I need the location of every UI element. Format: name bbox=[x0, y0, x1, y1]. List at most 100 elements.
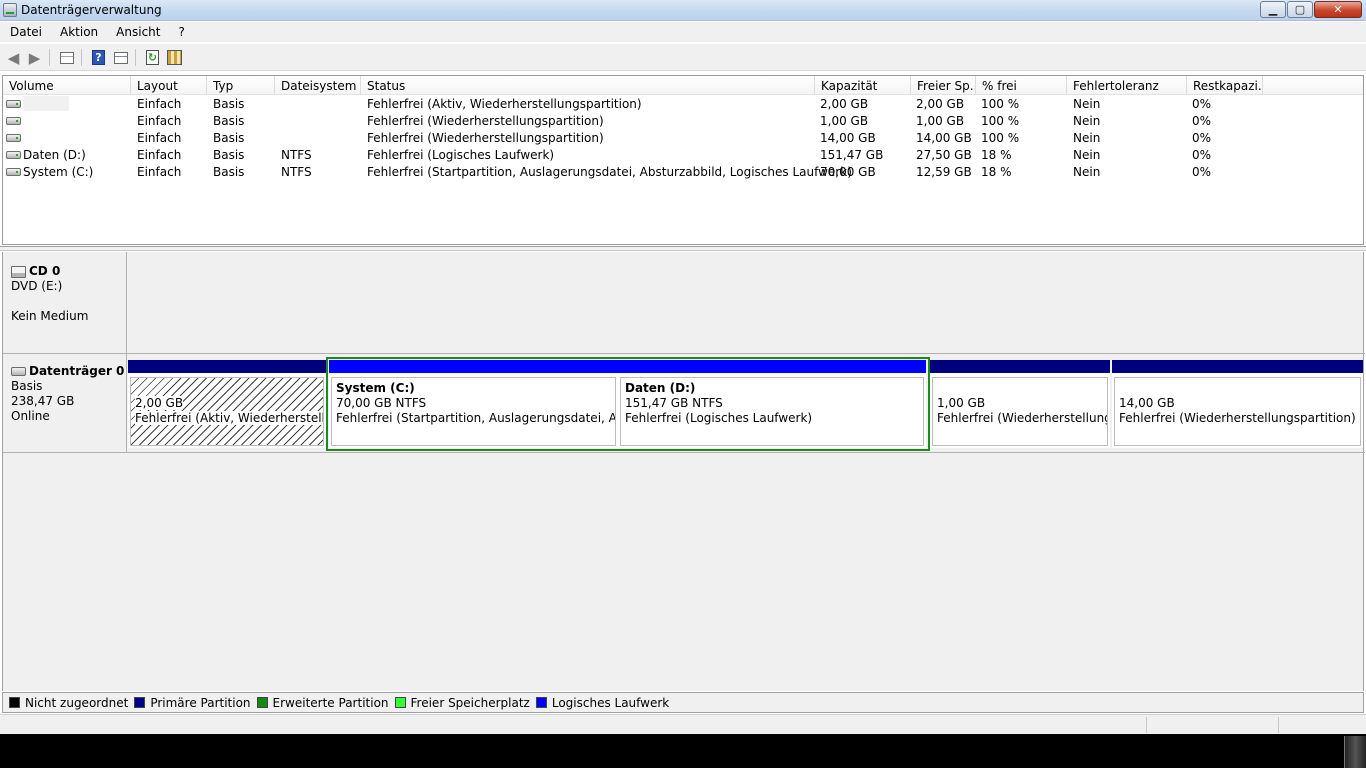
legend-item-extended: Erweiterte Partition bbox=[256, 696, 389, 710]
partition-recovery-1gb[interactable]: 1,00 GB Fehlerfrei (Wiederherstellungspa… bbox=[930, 360, 1110, 448]
refresh-icon[interactable]: ↻ bbox=[144, 49, 161, 66]
cell-restkapazitaet: 0% bbox=[1192, 148, 1212, 162]
column-header-prozent-frei[interactable]: % frei bbox=[976, 76, 1067, 95]
legend-swatch bbox=[535, 697, 547, 708]
pane-splitter[interactable] bbox=[0, 246, 1366, 251]
toolbar: ◀ ▶ ? ↻ bbox=[0, 44, 1366, 71]
cell-freier-speicher: 1,00 GB bbox=[916, 114, 965, 128]
cell-layout: Einfach bbox=[137, 114, 182, 128]
disk0-name: Datenträger 0 bbox=[29, 364, 125, 378]
cell-dateisystem: NTFS bbox=[281, 165, 312, 179]
maximize-button[interactable]: ▢ bbox=[1287, 1, 1313, 18]
partition-system-c[interactable]: System (C:) 70,00 GB NTFS Fehlerfrei (St… bbox=[329, 360, 618, 448]
partition-status: Fehlerfrei (Wiederherstellungspartition) bbox=[1119, 411, 1356, 425]
primary-partition-bar bbox=[930, 360, 1110, 373]
partition-body: 1,00 GB Fehlerfrei (Wiederherstellungspa… bbox=[932, 377, 1108, 446]
partition-size: 2,00 GB bbox=[135, 396, 184, 410]
cd0-name: CD 0 bbox=[29, 264, 61, 278]
cell-status: Fehlerfrei (Wiederherstellungspartition) bbox=[367, 114, 604, 128]
status-bar-separator bbox=[1146, 717, 1147, 733]
column-header-freier-speicher[interactable]: Freier Sp... bbox=[911, 76, 976, 95]
cell-status: Fehlerfrei (Aktiv, Wiederherstellungspar… bbox=[367, 97, 642, 111]
cell-prozent-frei: 18 % bbox=[981, 165, 1012, 179]
partition-recovery-14gb[interactable]: 14,00 GB Fehlerfrei (Wiederherstellungsp… bbox=[1112, 360, 1363, 448]
disk-row-separator bbox=[3, 452, 1365, 453]
partition-name: Daten (D:) bbox=[625, 381, 696, 395]
column-header-restkapazitaet[interactable]: Restkapazi... bbox=[1187, 76, 1263, 95]
back-arrow-icon[interactable]: ◀ bbox=[5, 49, 22, 67]
cell-freier-speicher: 27,50 GB bbox=[916, 148, 972, 162]
show-desktop-button[interactable] bbox=[1344, 736, 1366, 768]
partition-body: 14,00 GB Fehlerfrei (Wiederherstellungsp… bbox=[1114, 377, 1361, 446]
help-icon[interactable]: ? bbox=[90, 49, 107, 66]
partition-name: System (C:) bbox=[336, 381, 415, 395]
partition-body: 2,00 GB Fehlerfrei (Aktiv, Wiederherstel… bbox=[130, 377, 324, 446]
cell-kapazitaet: 2,00 GB bbox=[820, 97, 869, 111]
legend-swatch bbox=[134, 697, 146, 708]
cell-kapazitaet: 151,47 GB bbox=[820, 148, 884, 162]
disk-label-disk0[interactable]: Datenträger 0 Basis 238,47 GB Online bbox=[3, 354, 127, 452]
settings-icon[interactable] bbox=[166, 49, 183, 66]
partition-recovery-2gb[interactable]: 2,00 GB Fehlerfrei (Aktiv, Wiederherstel… bbox=[128, 360, 326, 448]
table-row[interactable]: Einfach Basis Fehlerfrei (Wiederherstell… bbox=[3, 130, 1363, 147]
column-header-typ[interactable]: Typ bbox=[207, 76, 275, 95]
partition-size: 14,00 GB bbox=[1119, 396, 1175, 410]
menu-bar: Datei Aktion Ansicht ? bbox=[0, 22, 1366, 42]
disk-management-app-icon bbox=[3, 3, 17, 17]
disk0-state: Online bbox=[11, 409, 50, 423]
properties-icon[interactable] bbox=[112, 49, 129, 66]
cell-prozent-frei: 100 % bbox=[981, 97, 1020, 111]
cell-fehlertoleranz: Nein bbox=[1073, 165, 1101, 179]
legend-item-unallocated: Nicht zugeordnet bbox=[9, 696, 128, 710]
logical-drive-bar bbox=[618, 360, 926, 373]
column-header-layout[interactable]: Layout bbox=[131, 76, 207, 95]
column-header-status[interactable]: Status bbox=[361, 76, 815, 95]
view-icon[interactable] bbox=[58, 49, 75, 66]
disk0-type: Basis bbox=[11, 379, 43, 393]
table-row[interactable]: System (C:) Einfach Basis NTFS Fehlerfre… bbox=[3, 164, 1363, 181]
legend-swatch bbox=[394, 697, 406, 708]
logical-drive-bar bbox=[329, 360, 618, 373]
table-row[interactable]: Daten (D:) Einfach Basis NTFS Fehlerfrei… bbox=[3, 147, 1363, 164]
column-header-dateisystem[interactable]: Dateisystem bbox=[275, 76, 361, 95]
cell-layout: Einfach bbox=[137, 97, 182, 111]
cell-prozent-frei: 100 % bbox=[981, 131, 1020, 145]
close-button[interactable]: ✕ bbox=[1314, 1, 1362, 18]
partition-body: System (C:) 70,00 GB NTFS Fehlerfrei (St… bbox=[331, 377, 616, 446]
partition-daten-d[interactable]: Daten (D:) 151,47 GB NTFS Fehlerfrei (Lo… bbox=[618, 360, 926, 448]
hard-disk-icon bbox=[11, 367, 26, 376]
toolbar-separator bbox=[135, 49, 136, 66]
forward-arrow-icon[interactable]: ▶ bbox=[26, 49, 43, 67]
toolbar-separator bbox=[49, 49, 50, 66]
menu-help[interactable]: ? bbox=[168, 25, 192, 39]
drive-icon bbox=[6, 134, 21, 142]
cell-fehlertoleranz: Nein bbox=[1073, 114, 1101, 128]
toolbar-separator bbox=[81, 49, 82, 66]
minimize-button[interactable]: ▁ bbox=[1260, 1, 1286, 18]
menu-aktion[interactable]: Aktion bbox=[50, 25, 106, 39]
cell-fehlertoleranz: Nein bbox=[1073, 148, 1101, 162]
partition-status: Fehlerfrei (Logisches Laufwerk) bbox=[625, 411, 813, 425]
partition-size: 1,00 GB bbox=[937, 396, 986, 410]
cell-typ: Basis bbox=[213, 97, 245, 111]
drive-icon bbox=[6, 100, 21, 108]
cell-layout: Einfach bbox=[137, 165, 182, 179]
cd0-area[interactable] bbox=[128, 252, 1363, 353]
disk-label-cd0[interactable]: CD 0 DVD (E:) Kein Medium bbox=[3, 252, 127, 353]
table-row[interactable]: Einfach Basis Fehlerfrei (Wiederherstell… bbox=[3, 113, 1363, 130]
column-header-volume[interactable]: Volume bbox=[3, 76, 131, 95]
cell-freier-speicher: 2,00 GB bbox=[916, 97, 965, 111]
column-header-kapazitaet[interactable]: Kapazität bbox=[815, 76, 911, 95]
cd0-drive-letter: DVD (E:) bbox=[11, 279, 63, 293]
menu-ansicht[interactable]: Ansicht bbox=[106, 25, 168, 39]
drive-icon bbox=[6, 151, 21, 159]
cell-status: Fehlerfrei (Logisches Laufwerk) bbox=[367, 148, 555, 162]
volume-list-header: Volume Layout Typ Dateisystem Status Kap… bbox=[3, 76, 1363, 95]
table-row[interactable]: Einfach Basis Fehlerfrei (Aktiv, Wiederh… bbox=[3, 96, 1363, 113]
cd-drive-icon bbox=[11, 265, 26, 278]
status-bar bbox=[0, 714, 1366, 734]
column-header-fehlertoleranz[interactable]: Fehlertoleranz bbox=[1067, 76, 1187, 95]
legend-item-primary: Primäre Partition bbox=[134, 696, 251, 710]
cell-restkapazitaet: 0% bbox=[1192, 131, 1212, 145]
menu-datei[interactable]: Datei bbox=[0, 25, 50, 39]
